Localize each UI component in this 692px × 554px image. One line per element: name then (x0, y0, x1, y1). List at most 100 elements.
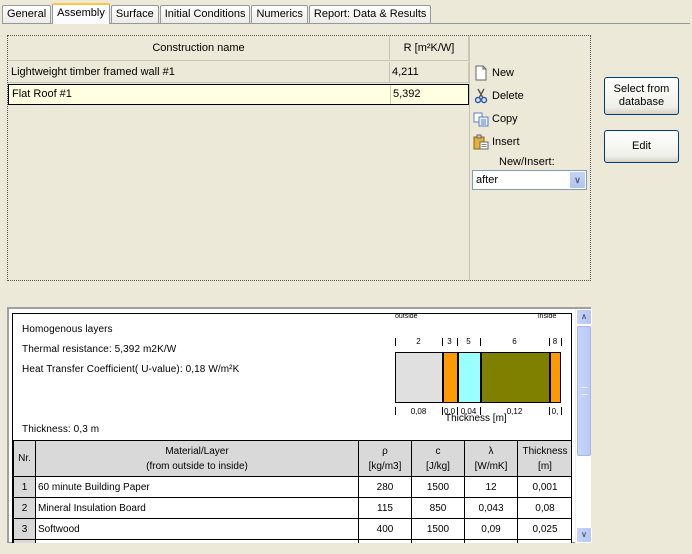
layer-density: 115 (358, 497, 412, 519)
layer-thickness (517, 539, 571, 543)
layer-nr: 1 (13, 476, 36, 498)
delete-button[interactable]: Delete (473, 86, 524, 106)
copy-label: Copy (492, 113, 518, 125)
edit-button[interactable]: Edit (604, 130, 679, 163)
layer-material (35, 539, 359, 543)
layer-row: 1 60 minute Building Paper 280 1500 12 0… (13, 476, 571, 498)
construction-name-cell[interactable]: Lightweight timber framed wall #1 (8, 62, 390, 83)
tab-report[interactable]: Report: Data & Results (308, 5, 432, 23)
layer-boundary-tick (561, 407, 562, 415)
construction-name-cell[interactable]: Flat Roof #1 (9, 85, 391, 104)
construction-grid-header: Construction name R [m²K/W] (8, 36, 469, 61)
layer-conductivity: 12 (464, 476, 518, 498)
header-heat-capacity-line1: c (435, 445, 441, 457)
layer-bar (395, 352, 442, 403)
grid-divider (469, 36, 470, 280)
thermal-resistance-text: Thermal resistance: 5,392 m2K/W (22, 344, 177, 355)
layer-material: 60 minute Building Paper (35, 476, 359, 498)
report-scrollbar[interactable]: ∧ ∨ (575, 309, 592, 543)
layer-boundary-tick (561, 338, 562, 346)
construction-panel: Construction name R [m²K/W] Lightweight … (7, 35, 591, 281)
layer-heat-capacity: 1500 (411, 476, 465, 498)
layer-material: Mineral Insulation Board (35, 497, 359, 519)
select-from-database-button[interactable]: Select from database (604, 77, 679, 115)
construction-r-cell[interactable]: 5,392 (391, 85, 470, 104)
column-header-construction-name[interactable]: Construction name (8, 36, 390, 61)
header-density-line1: ρ (382, 445, 388, 457)
layers-table: Nr. Material/Layer (from outside to insi… (13, 440, 571, 543)
chevron-down-icon[interactable]: ∨ (570, 172, 585, 188)
delete-label: Delete (492, 90, 524, 102)
layer-conductivity (464, 539, 518, 543)
header-material-line2: (from outside to inside) (146, 460, 248, 472)
layer-material: Softwood (35, 518, 359, 540)
layer-nr (13, 539, 36, 543)
layer-bar (549, 352, 561, 403)
tab-assembly[interactable]: Assembly (52, 3, 110, 24)
diagram-axis-title: Thickness [m] (445, 413, 507, 424)
header-material-line1: Material/Layer (165, 445, 229, 457)
layer-nr: 2 (13, 497, 36, 519)
tab-numerics[interactable]: Numerics (251, 5, 308, 23)
layer-thickness-label: 0,08 (410, 407, 427, 416)
header-conductivity: λ [W/mK] (464, 440, 518, 477)
construction-r-cell[interactable]: 4,211 (390, 62, 469, 83)
layer-number-label: 8 (552, 337, 558, 346)
header-density-line2: [kg/m3] (368, 460, 402, 472)
u-value-text: Heat Transfer Coefficient( U-value): 0,1… (22, 364, 240, 375)
new-insert-label: New/Insert: (499, 156, 555, 168)
header-thickness: Thickness [m] (517, 440, 571, 477)
layer-type-text: Homogenous layers (22, 324, 113, 335)
scroll-up-icon[interactable]: ∧ (576, 309, 592, 325)
insert-button[interactable]: Insert (473, 132, 520, 152)
tab-surface[interactable]: Surface (110, 5, 159, 23)
construction-row-selected[interactable]: Flat Roof #1 5,392 (8, 84, 470, 105)
copy-icon (473, 111, 489, 127)
header-material: Material/Layer (from outside to inside) (35, 440, 359, 477)
header-heat-capacity-line2: [J/kg] (426, 460, 450, 472)
report-page: Homogenous layers Thermal resistance: 5,… (12, 313, 572, 543)
column-header-r-value[interactable]: R [m²K/W] (390, 36, 469, 61)
layer-bar (457, 352, 480, 403)
grip-icon (581, 387, 588, 395)
layer-row: 3 Softwood 400 1500 0,09 0,025 (13, 518, 571, 540)
layer-conductivity: 0,043 (464, 497, 518, 519)
layer-number-label: 6 (512, 337, 517, 346)
tab-initial-conditions[interactable]: Initial Conditions (159, 5, 251, 23)
layers-table-header: Nr. Material/Layer (from outside to insi… (13, 440, 571, 477)
insert-label: Insert (492, 136, 520, 148)
header-heat-capacity: c [J/kg] (411, 440, 465, 477)
layer-number-label: 2 (416, 337, 421, 346)
layer-thickness-label: 0, (551, 407, 559, 416)
layer-row-partial (13, 539, 571, 543)
layer-nr: 3 (13, 518, 36, 540)
layer-thickness: 0,08 (517, 497, 571, 519)
layer-number-label: 5 (466, 337, 471, 346)
layer-bar (480, 352, 549, 403)
layer-heat-capacity: 1500 (411, 518, 465, 540)
header-thickness-line1: Thickness (522, 445, 568, 457)
layer-heat-capacity: 850 (411, 497, 465, 519)
layer-number-label: 3 (447, 337, 452, 346)
new-insert-position-select[interactable]: after ∨ (472, 170, 587, 190)
new-insert-position-value: after (476, 174, 499, 186)
layer-thickness: 0,025 (517, 518, 571, 540)
select-from-database-label-line1: Select from (613, 83, 670, 95)
layer-density: 400 (358, 518, 412, 540)
paste-icon (473, 134, 489, 150)
tab-general[interactable]: General (2, 5, 52, 23)
scrollbar-thumb[interactable] (577, 326, 591, 456)
layer-density (358, 539, 412, 543)
layer-row: 2 Mineral Insulation Board 115 850 0,043… (13, 497, 571, 519)
new-label: New (492, 67, 515, 79)
new-document-icon (473, 65, 489, 81)
report-viewer: Homogenous layers Thermal resistance: 5,… (7, 307, 591, 543)
layer-bar (442, 352, 457, 403)
new-button[interactable]: New (473, 63, 514, 83)
layer-diagram: outside inside 2 0,08 3 0,0 5 0,04 6 0,12 8 0, Th… (393, 314, 563, 429)
copy-button[interactable]: Copy (473, 109, 518, 129)
scroll-down-icon[interactable]: ∨ (576, 527, 592, 543)
construction-row[interactable]: Lightweight timber framed wall #1 4,211 (8, 62, 469, 83)
layer-thickness: 0,001 (517, 476, 571, 498)
header-conductivity-line1: λ (488, 445, 494, 457)
